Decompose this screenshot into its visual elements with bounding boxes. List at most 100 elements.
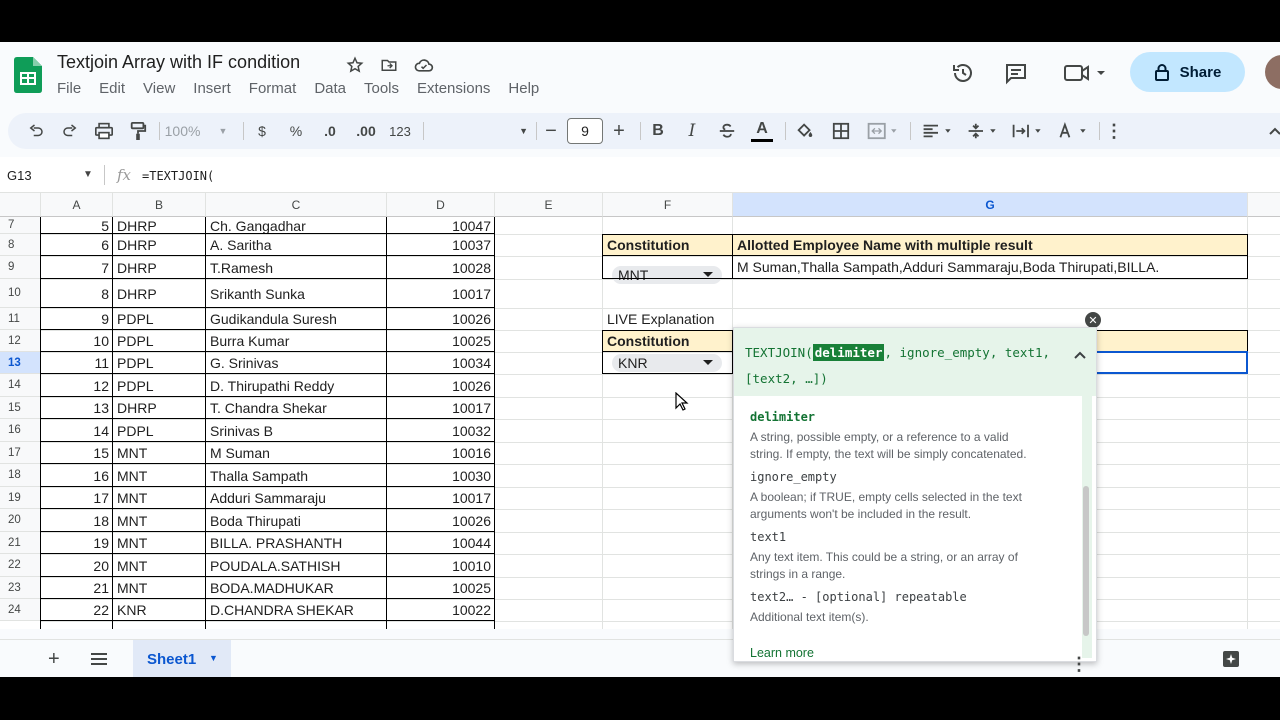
text-rotation-icon[interactable]: [1053, 113, 1093, 149]
menu-edit[interactable]: Edit: [99, 80, 133, 97]
cell-b[interactable]: PDPL: [113, 308, 206, 330]
cell-d[interactable]: 10016: [387, 442, 495, 464]
cell-d[interactable]: 10032: [387, 419, 495, 442]
constitution-dropdown-1[interactable]: MNT: [612, 266, 722, 284]
cell-a[interactable]: 12: [41, 374, 113, 397]
cloud-saved-icon[interactable]: [413, 54, 435, 76]
select-all-corner[interactable]: [0, 193, 41, 217]
cell-c[interactable]: A. Saritha: [206, 234, 387, 256]
bold-button[interactable]: B: [648, 113, 668, 149]
cell-d[interactable]: 10044: [387, 532, 495, 554]
learn-more-link[interactable]: Learn more: [750, 646, 814, 660]
cell-c[interactable]: BILLA. PRASHANTH: [206, 532, 387, 554]
cell-d[interactable]: 10026: [387, 308, 495, 330]
menu-file[interactable]: File: [57, 80, 89, 97]
cell-a[interactable]: 14: [41, 419, 113, 442]
row-header[interactable]: 8: [0, 234, 41, 256]
cell-c[interactable]: BODA.MADHUKAR: [206, 577, 387, 599]
row-header[interactable]: 13: [0, 352, 41, 374]
row-header[interactable]: 24: [0, 599, 41, 621]
name-box[interactable]: G13: [7, 168, 32, 183]
sheet-tab-caret-icon[interactable]: ▼: [209, 653, 218, 663]
font-size-increase-button[interactable]: +: [609, 113, 629, 149]
undo-icon[interactable]: [24, 113, 48, 149]
cell-a[interactable]: 22: [41, 599, 113, 621]
cell-c[interactable]: Srikanth Sunka: [206, 279, 387, 308]
row-header[interactable]: 10: [0, 279, 41, 308]
collapse-toolbar-icon[interactable]: [1266, 113, 1280, 149]
font-size-decrease-button[interactable]: −: [541, 113, 561, 149]
fill-color-icon[interactable]: [793, 113, 817, 149]
explore-icon[interactable]: [1222, 650, 1240, 673]
column-header-h[interactable]: [1248, 193, 1280, 217]
cell-c[interactable]: Burra Kumar: [206, 330, 387, 352]
font-size-input[interactable]: 9: [567, 118, 603, 144]
cell-b[interactable]: PDPL: [113, 330, 206, 352]
constitution-dropdown-2[interactable]: KNR: [612, 354, 722, 372]
cell-b[interactable]: MNT: [113, 442, 206, 464]
cell-b[interactable]: DHRP: [113, 234, 206, 256]
close-popup-icon[interactable]: ✕: [1085, 312, 1101, 328]
cell-a[interactable]: 13: [41, 397, 113, 419]
move-folder-icon[interactable]: [378, 54, 400, 76]
cell-d[interactable]: 10030: [387, 464, 495, 487]
cell-a[interactable]: 21: [41, 577, 113, 599]
cell-d[interactable]: 10028: [387, 256, 495, 279]
cell-c[interactable]: T.Ramesh: [206, 256, 387, 279]
currency-format-button[interactable]: $: [252, 113, 272, 149]
cell-a[interactable]: 19: [41, 532, 113, 554]
cell-c[interactable]: D.CHANDRA SHEKAR: [206, 599, 387, 621]
cell-d[interactable]: 10017: [387, 279, 495, 308]
cell-c[interactable]: D. Thirupathi Reddy: [206, 374, 387, 397]
cell-a[interactable]: 8: [41, 279, 113, 308]
row-header[interactable]: 23: [0, 577, 41, 599]
cell-b[interactable]: PDPL: [113, 419, 206, 442]
row-header[interactable]: 12: [0, 330, 41, 352]
cell-a[interactable]: 7: [41, 256, 113, 279]
cell-a[interactable]: 10: [41, 330, 113, 352]
cell-a[interactable]: 9: [41, 308, 113, 330]
popup-more-icon[interactable]: ⋮: [1070, 654, 1088, 675]
cell-b[interactable]: DHRP: [113, 256, 206, 279]
italic-button[interactable]: I: [682, 113, 702, 149]
cell-b[interactable]: MNT: [113, 554, 206, 577]
cell-d[interactable]: 10047: [387, 217, 495, 234]
row-header[interactable]: 7: [0, 217, 41, 234]
column-header-f[interactable]: F: [603, 193, 733, 217]
row-header[interactable]: 18: [0, 464, 41, 487]
menu-data[interactable]: Data: [314, 80, 354, 97]
star-icon[interactable]: [344, 54, 366, 76]
number-format-button[interactable]: 123: [386, 113, 414, 149]
cell-a[interactable]: 15: [41, 442, 113, 464]
cell-c[interactable]: POUDALA.SATHISH: [206, 554, 387, 577]
paint-format-icon[interactable]: [126, 113, 150, 149]
cell-a[interactable]: 5: [41, 217, 113, 234]
add-sheet-icon[interactable]: +: [48, 648, 60, 671]
cell-a[interactable]: 17: [41, 487, 113, 509]
cell-b[interactable]: MNT: [113, 509, 206, 532]
text-color-button[interactable]: A: [750, 113, 774, 149]
menu-format[interactable]: Format: [249, 80, 305, 97]
cell-a[interactable]: 20: [41, 554, 113, 577]
cell-b[interactable]: MNT: [113, 487, 206, 509]
column-header-g[interactable]: G: [733, 193, 1248, 217]
cell-b[interactable]: PDPL: [113, 352, 206, 374]
document-title[interactable]: Textjoin Array with IF condition: [57, 52, 300, 73]
row-header[interactable]: 17: [0, 442, 41, 464]
increase-decimal-button[interactable]: .00: [351, 113, 381, 149]
column-header-b[interactable]: B: [113, 193, 206, 217]
row-header[interactable]: 16: [0, 419, 41, 442]
merge-cells-icon[interactable]: [863, 113, 903, 149]
redo-icon[interactable]: [58, 113, 82, 149]
cell-d[interactable]: 10017: [387, 487, 495, 509]
sheets-logo-icon[interactable]: [14, 57, 42, 93]
meet-icon[interactable]: [1060, 58, 1110, 88]
vertical-align-icon[interactable]: [963, 113, 1003, 149]
cell-d[interactable]: 10017: [387, 397, 495, 419]
cell-d[interactable]: 10026: [387, 509, 495, 532]
sheet-tab[interactable]: Sheet1 ▼: [133, 640, 231, 677]
comments-icon[interactable]: [1001, 58, 1031, 88]
cell-b[interactable]: PDPL: [113, 374, 206, 397]
row-header[interactable]: 20: [0, 509, 41, 532]
menu-view[interactable]: View: [143, 80, 183, 97]
